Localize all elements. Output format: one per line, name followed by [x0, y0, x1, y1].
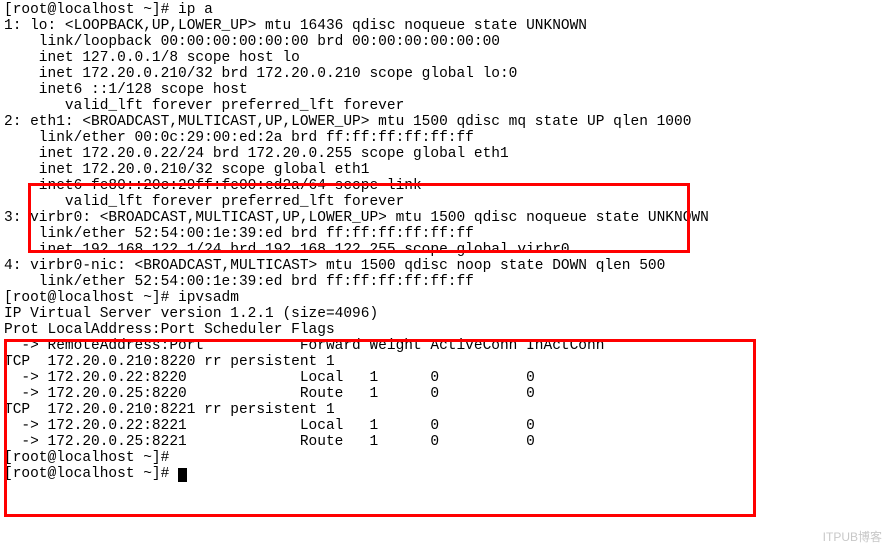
- output-line: link/ether 52:54:00:1e:39:ed brd ff:ff:f…: [4, 226, 474, 242]
- output-line: valid_lft forever preferred_lft forever: [4, 98, 404, 114]
- output-line: TCP 172.20.0.210:8220 rr persistent 1: [4, 354, 335, 370]
- prompt: [root@localhost ~]#: [4, 290, 178, 306]
- output-line: -> 172.20.0.25:8220 Route 1 0 0: [4, 386, 535, 402]
- prompt: [root@localhost ~]#: [4, 2, 178, 18]
- output-line: 1: lo: <LOOPBACK,UP,LOWER_UP> mtu 16436 …: [4, 18, 587, 34]
- output-line: inet6 ::1/128 scope host: [4, 82, 248, 98]
- output-line: Prot LocalAddress:Port Scheduler Flags: [4, 322, 335, 338]
- command-text: ip a: [178, 2, 213, 18]
- watermark: ITPUB博客: [823, 528, 882, 545]
- terminal-output: [root@localhost ~]# ip a 1: lo: <LOOPBAC…: [0, 0, 890, 482]
- prompt[interactable]: [root@localhost ~]#: [4, 466, 178, 482]
- output-line: 2: eth1: <BROADCAST,MULTICAST,UP,LOWER_U…: [4, 114, 691, 130]
- output-line: link/loopback 00:00:00:00:00:00 brd 00:0…: [4, 34, 500, 50]
- output-line: inet 172.20.0.210/32 brd 172.20.0.210 sc…: [4, 66, 517, 82]
- output-line: inet 172.20.0.210/32 scope global eth1: [4, 162, 369, 178]
- output-line: -> 172.20.0.22:8220 Local 1 0 0: [4, 370, 535, 386]
- output-line: link/ether 00:0c:29:00:ed:2a brd ff:ff:f…: [4, 130, 474, 146]
- output-line: inet 127.0.0.1/8 scope host lo: [4, 50, 300, 66]
- output-line: inet 192.168.122.1/24 brd 192.168.122.25…: [4, 242, 570, 258]
- output-line: -> 172.20.0.22:8221 Local 1 0 0: [4, 418, 535, 434]
- output-line: IP Virtual Server version 1.2.1 (size=40…: [4, 306, 378, 322]
- output-line: inet 172.20.0.22/24 brd 172.20.0.255 sco…: [4, 146, 509, 162]
- output-line: link/ether 52:54:00:1e:39:ed brd ff:ff:f…: [4, 274, 474, 290]
- output-line: -> RemoteAddress:Port Forward Weight Act…: [4, 338, 604, 354]
- output-line: inet6 fe80::20c:29ff:fe00:ed2a/64 scope …: [4, 178, 422, 194]
- cursor-icon: [178, 468, 187, 482]
- output-line: valid_lft forever preferred_lft forever: [4, 194, 404, 210]
- output-line: -> 172.20.0.25:8221 Route 1 0 0: [4, 434, 535, 450]
- prompt: [root@localhost ~]#: [4, 450, 169, 466]
- command-text: ipvsadm: [178, 290, 239, 306]
- output-line: TCP 172.20.0.210:8221 rr persistent 1: [4, 402, 335, 418]
- output-line: 4: virbr0-nic: <BROADCAST,MULTICAST> mtu…: [4, 258, 665, 274]
- output-line: 3: virbr0: <BROADCAST,MULTICAST,UP,LOWER…: [4, 210, 709, 226]
